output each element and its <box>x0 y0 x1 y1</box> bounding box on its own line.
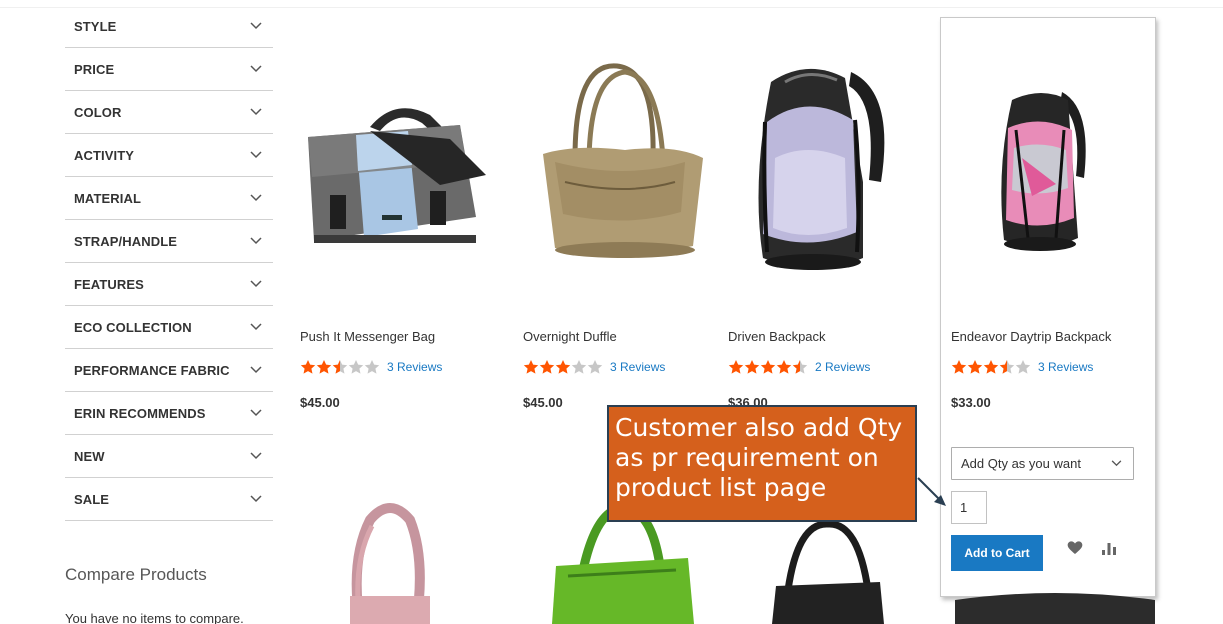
product-rating: 3 Reviews <box>300 359 442 375</box>
product-price: $45.00 <box>523 395 563 410</box>
star-icon <box>967 360 983 374</box>
filter-eco-collection[interactable]: ECO COLLECTION <box>65 306 273 349</box>
chevron-down-icon <box>249 19 263 33</box>
chevron-down-icon <box>249 449 263 463</box>
rating-stars <box>523 359 603 375</box>
star-half-icon <box>999 360 1015 374</box>
star-empty-icon <box>348 360 364 374</box>
filter-color[interactable]: COLOR <box>65 91 273 134</box>
product-name[interactable]: Driven Backpack <box>728 329 826 344</box>
product-price: $45.00 <box>300 395 340 410</box>
product-name[interactable]: Endeavor Daytrip Backpack <box>951 329 1111 344</box>
filter-style[interactable]: STYLE <box>65 5 273 48</box>
star-icon <box>728 360 744 374</box>
star-icon <box>523 360 539 374</box>
star-half-icon <box>332 360 348 374</box>
chevron-down-icon <box>249 320 263 334</box>
product-rating: 3 Reviews <box>951 359 1093 375</box>
chevron-down-icon <box>1109 457 1123 471</box>
filter-material[interactable]: MATERIAL <box>65 177 273 220</box>
star-icon <box>555 360 571 374</box>
chevron-down-icon <box>249 234 263 248</box>
product-image-driven-backpack[interactable] <box>745 62 895 282</box>
callout-line-3: product list page <box>615 473 827 502</box>
filter-new[interactable]: NEW <box>65 435 273 478</box>
rating-stars <box>728 359 808 375</box>
callout-line-2: as pr requirement on <box>615 443 879 472</box>
compare-products-title: Compare Products <box>65 565 207 584</box>
filter-strap-handle[interactable]: STRAP/HANDLE <box>65 220 273 263</box>
star-half-icon <box>792 360 808 374</box>
star-empty-icon <box>364 360 380 374</box>
filter-sidebar: STYLE PRICE COLOR ACTIVITY MATERIAL STRA… <box>65 5 273 521</box>
filter-price[interactable]: PRICE <box>65 48 273 91</box>
chevron-down-icon <box>249 105 263 119</box>
filter-label: ECO COLLECTION <box>74 319 192 335</box>
chevron-down-icon <box>249 191 263 205</box>
filter-label: FEATURES <box>74 276 144 292</box>
star-empty-icon <box>571 360 587 374</box>
rating-stars <box>300 359 380 375</box>
reviews-link[interactable]: 3 Reviews <box>610 360 665 374</box>
rating-stars <box>951 359 1031 375</box>
star-icon <box>744 360 760 374</box>
star-icon <box>776 360 792 374</box>
star-icon <box>316 360 332 374</box>
filter-label: PERFORMANCE FABRIC <box>74 362 230 378</box>
reviews-link[interactable]: 3 Reviews <box>387 360 442 374</box>
compare-empty-message: You have no items to compare. <box>65 611 244 624</box>
star-empty-icon <box>1015 360 1031 374</box>
add-to-cart-button[interactable]: Add to Cart <box>951 535 1043 571</box>
filter-label: ERIN RECOMMENDS <box>74 405 206 421</box>
product-rating: 3 Reviews <box>523 359 665 375</box>
filter-label: COLOR <box>74 104 122 120</box>
product-name[interactable]: Push It Messenger Bag <box>300 329 435 344</box>
filter-performance-fabric[interactable]: PERFORMANCE FABRIC <box>65 349 273 392</box>
filter-features[interactable]: FEATURES <box>65 263 273 306</box>
product-image-duffle[interactable] <box>535 62 710 267</box>
filter-label: SALE <box>74 491 110 507</box>
filter-label: PRICE <box>74 61 115 77</box>
product-image-black-tote[interactable] <box>768 520 888 624</box>
product-rating: 2 Reviews <box>728 359 870 375</box>
filter-sale[interactable]: SALE <box>65 478 273 521</box>
star-empty-icon <box>587 360 603 374</box>
star-icon <box>539 360 555 374</box>
heart-icon[interactable] <box>1067 540 1083 556</box>
reviews-link[interactable]: 3 Reviews <box>1038 360 1093 374</box>
chevron-down-icon <box>249 277 263 291</box>
annotation-callout: Customer also add Qty as pr requirement … <box>607 405 917 522</box>
qty-select-value: Add Qty as you want <box>961 456 1081 471</box>
star-icon <box>983 360 999 374</box>
filter-erin-recommends[interactable]: ERIN RECOMMENDS <box>65 392 273 435</box>
filter-label: STRAP/HANDLE <box>74 233 178 249</box>
product-image-green-tote[interactable] <box>548 506 698 624</box>
reviews-link[interactable]: 2 Reviews <box>815 360 870 374</box>
qty-input[interactable]: 1 <box>951 491 987 524</box>
filter-label: MATERIAL <box>74 190 141 206</box>
chevron-down-icon <box>249 148 263 162</box>
product-image-black-duffel[interactable] <box>955 590 1155 624</box>
product-price: $33.00 <box>951 395 991 410</box>
filter-label: ACTIVITY <box>74 147 135 163</box>
filter-label: STYLE <box>74 18 117 34</box>
star-icon <box>951 360 967 374</box>
qty-select[interactable]: Add Qty as you want <box>951 447 1134 480</box>
chevron-down-icon <box>249 363 263 377</box>
filter-activity[interactable]: ACTIVITY <box>65 134 273 177</box>
chevron-down-icon <box>249 492 263 506</box>
filter-label: NEW <box>74 448 105 464</box>
callout-line-1: Customer also add Qty <box>615 413 903 442</box>
chevron-down-icon <box>249 62 263 76</box>
star-icon <box>760 360 776 374</box>
bar-chart-icon[interactable] <box>1101 540 1117 556</box>
product-image-endeavor-backpack[interactable] <box>992 88 1092 258</box>
product-image-messenger-bag[interactable] <box>300 95 490 245</box>
chevron-down-icon <box>249 406 263 420</box>
product-name[interactable]: Overnight Duffle <box>523 329 617 344</box>
product-image-shoulder-bag[interactable] <box>330 500 450 624</box>
star-icon <box>300 360 316 374</box>
